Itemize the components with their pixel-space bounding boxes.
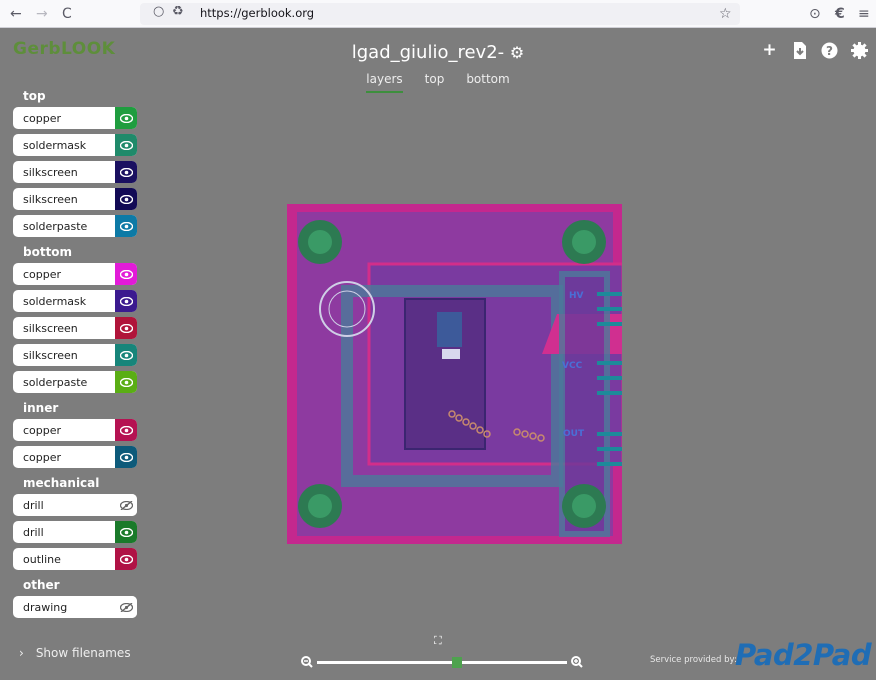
eye-icon[interactable] [115, 419, 137, 441]
browser-toolbar: ← → C ○ ♻ https://gerblook.org ☆ ⊙ € ≡ [0, 0, 876, 28]
zoom-slider-track[interactable] [317, 661, 567, 664]
plus-icon[interactable]: + [761, 42, 778, 59]
layer-row-top-solderpaste[interactable]: solderpaste [13, 215, 137, 237]
layer-row-mechanical-outline[interactable]: outline [13, 548, 137, 570]
layer-name: silkscreen [23, 322, 78, 335]
layer-row-mechanical-drill[interactable]: drill [13, 494, 137, 516]
layer-row-top-silkscreen[interactable]: silkscreen [13, 161, 137, 183]
menu-icon[interactable]: ≡ [858, 5, 870, 23]
layer-row-top-soldermask[interactable]: soldermask [13, 134, 137, 156]
eye-icon[interactable] [115, 134, 137, 156]
layer-group-top: top [23, 89, 46, 103]
eye-icon[interactable] [115, 290, 137, 312]
layer-name: solderpaste [23, 376, 88, 389]
layer-name: silkscreen [23, 166, 78, 179]
layer-row-bottom-silkscreen[interactable]: silkscreen [13, 317, 137, 339]
pocket-icon[interactable]: ⊙ [809, 5, 821, 23]
tab-top[interactable]: top [425, 72, 445, 91]
layer-row-inner-copper[interactable]: copper [13, 419, 137, 441]
url-text[interactable]: https://gerblook.org [200, 6, 314, 20]
chevron-right-icon: › [19, 646, 24, 660]
layer-row-top-silkscreen[interactable]: silkscreen [13, 188, 137, 210]
eye-slash-icon[interactable] [115, 596, 137, 618]
gear-icon[interactable]: ⚙ [510, 43, 524, 62]
lock-icon[interactable]: ♻ [172, 4, 184, 19]
chip-blue [437, 312, 462, 347]
eye-icon[interactable] [115, 161, 137, 183]
eye-icon[interactable] [115, 107, 137, 129]
fit-screen-icon[interactable]: ⛶ [434, 634, 445, 647]
board-title: lgad_giulio_rev2- ⚙ [0, 42, 876, 63]
layer-name: copper [23, 112, 62, 125]
layer-row-bottom-silkscreen[interactable]: silkscreen [13, 344, 137, 366]
board-label-hv: HV [569, 291, 584, 301]
layer-name: copper [23, 451, 62, 464]
layer-name: drawing [23, 601, 68, 614]
layer-row-other-drawing[interactable]: drawing [13, 596, 137, 618]
layer-name: soldermask [23, 139, 87, 152]
eye-icon[interactable] [115, 521, 137, 543]
layer-row-bottom-copper[interactable]: copper [13, 263, 137, 285]
eye-icon[interactable] [115, 188, 137, 210]
reload-icon[interactable]: C [62, 5, 72, 23]
layer-row-bottom-solderpaste[interactable]: solderpaste [13, 371, 137, 393]
help-icon[interactable]: ? [821, 42, 838, 59]
eye-icon[interactable] [115, 548, 137, 570]
layer-name: copper [23, 424, 62, 437]
layer-name: drill [23, 499, 44, 512]
layer-group-inner: inner [23, 401, 59, 415]
layer-name: silkscreen [23, 349, 78, 362]
eye-icon[interactable] [115, 371, 137, 393]
eye-icon[interactable] [115, 344, 137, 366]
layer-group-bottom: bottom [23, 245, 73, 259]
eye-icon[interactable] [115, 317, 137, 339]
bookmark-star-icon[interactable]: ☆ [719, 5, 732, 23]
back-icon[interactable]: ← [10, 5, 22, 23]
eye-icon[interactable] [115, 263, 137, 285]
layer-name: solderpaste [23, 220, 88, 233]
layer-name: outline [23, 553, 61, 566]
top-icons: + ? [761, 42, 868, 59]
extension-icon[interactable]: € [835, 5, 845, 23]
zoom-in-icon[interactable] [571, 656, 583, 668]
chip-white [442, 349, 460, 359]
zoom-control [301, 656, 585, 670]
app: GerbLOOK lgad_giulio_rev2- ⚙ layers top bo… [0, 28, 876, 680]
board-label-out: OUT [563, 429, 585, 439]
layer-name: copper [23, 268, 62, 281]
layer-group-other: other [23, 578, 60, 592]
eye-slash-icon[interactable] [115, 494, 137, 516]
layer-row-inner-copper[interactable]: copper [13, 446, 137, 468]
layer-name: soldermask [23, 295, 87, 308]
layer-row-mechanical-drill[interactable]: drill [13, 521, 137, 543]
zoom-slider-thumb[interactable] [452, 657, 462, 668]
layer-name: silkscreen [23, 193, 78, 206]
layer-row-top-copper[interactable]: copper [13, 107, 137, 129]
pcb-board-view[interactable]: HV VCC OUT [287, 204, 622, 544]
layer-name: drill [23, 526, 44, 539]
pad2pad-logo[interactable]: Pad2Pad [735, 638, 872, 672]
show-filenames-toggle[interactable]: › Show filenames [19, 646, 131, 660]
layer-row-bottom-soldermask[interactable]: soldermask [13, 290, 137, 312]
zoom-out-icon[interactable] [301, 656, 313, 668]
svg-text:?: ? [826, 44, 833, 58]
board-title-text: lgad_giulio_rev2- [351, 42, 505, 63]
eye-icon[interactable] [115, 446, 137, 468]
service-provided-label: Service provided by: [650, 655, 737, 665]
forward-icon[interactable]: → [36, 5, 48, 23]
eye-icon[interactable] [115, 215, 137, 237]
layer-group-mechanical: mechanical [23, 476, 100, 490]
tab-layers[interactable]: layers [366, 72, 403, 93]
layer-sidebar: top copper soldermask silkscreen silkscreen s… [0, 86, 150, 632]
show-filenames-label: Show filenames [35, 646, 131, 660]
board-label-vcc: VCC [562, 361, 583, 371]
tab-bottom[interactable]: bottom [466, 72, 509, 91]
download-icon[interactable] [791, 42, 808, 59]
settings-icon[interactable] [851, 42, 868, 59]
shield-icon[interactable]: ○ [153, 4, 164, 19]
